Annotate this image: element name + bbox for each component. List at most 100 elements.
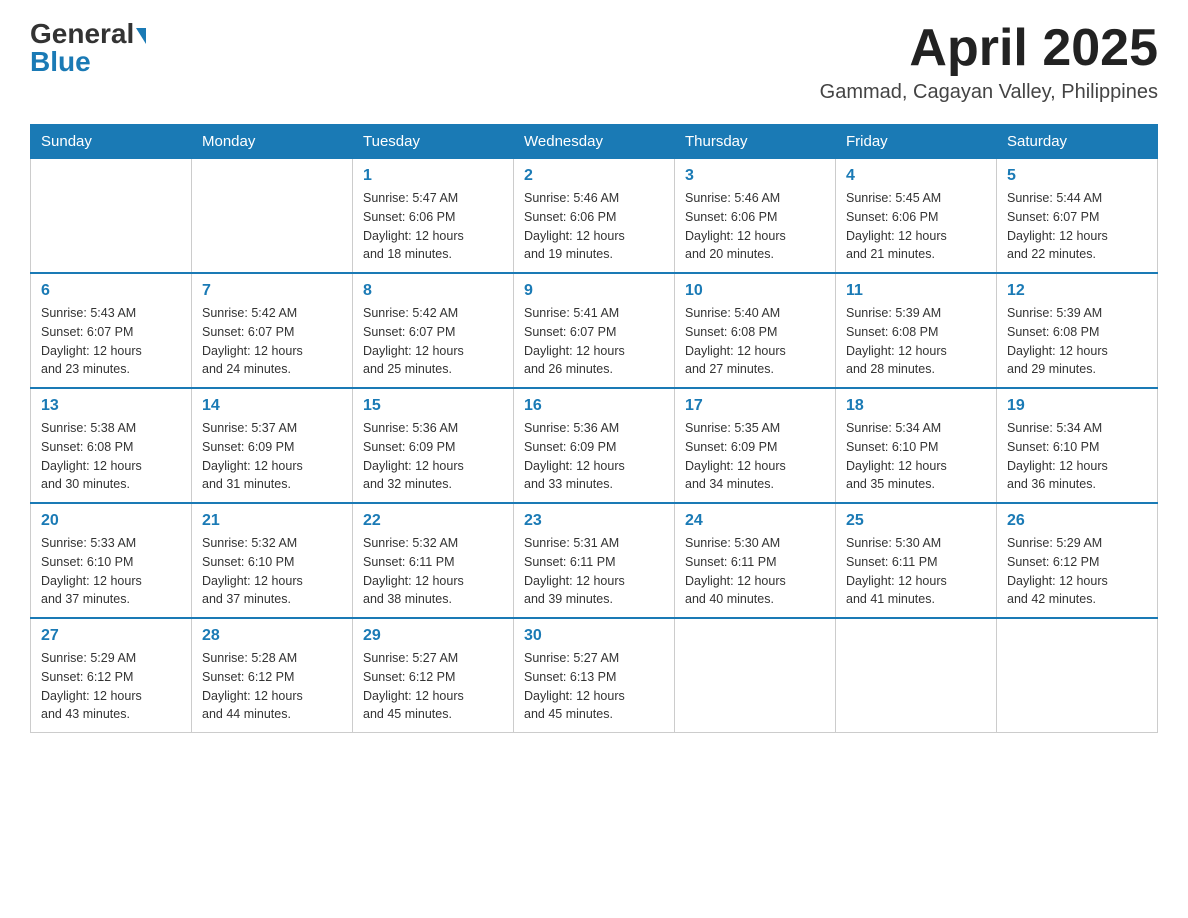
- day-info: Sunrise: 5:27 AMSunset: 6:13 PMDaylight:…: [524, 649, 664, 724]
- day-info: Sunrise: 5:41 AMSunset: 6:07 PMDaylight:…: [524, 304, 664, 379]
- day-number: 16: [524, 397, 664, 415]
- calendar-week-row-2: 6 Sunrise: 5:43 AMSunset: 6:07 PMDaylight…: [31, 273, 1158, 388]
- weekday-header-saturday: Saturday: [997, 125, 1158, 159]
- calendar-cell: 26Sunrise: 5:29 AMSunset: 6:12 PMDayligh…: [997, 503, 1158, 618]
- calendar-cell: 20 Sunrise: 5:33 AMSunset: 6:10 PMDayligh…: [31, 503, 192, 618]
- day-info: Sunrise: 5:27 AMSunset: 6:12 PMDaylight:…: [363, 649, 503, 724]
- day-info: Sunrise: 5:44 AMSunset: 6:07 PMDaylight:…: [1007, 189, 1147, 264]
- calendar-cell: 19 Sunrise: 5:34 AMSunset: 6:10 PMDayligh…: [997, 388, 1158, 503]
- weekday-header-sunday: Sunday: [31, 125, 192, 159]
- logo-line1: General: [30, 20, 146, 48]
- day-info: Sunrise: 5:42 AMSunset: 6:07 PMDaylight:…: [363, 304, 503, 379]
- logo: General Blue: [30, 20, 146, 76]
- weekday-header-thursday: Thursday: [675, 125, 836, 159]
- page-header: General Blue April 2025 Gammad, Cagayan …: [30, 20, 1158, 104]
- logo-blue-text: Blue: [30, 46, 91, 77]
- calendar-cell: 16Sunrise: 5:36 AMSunset: 6:09 PMDayligh…: [514, 388, 675, 503]
- day-info: Sunrise: 5:33 AMSunset: 6:10 PMDaylight:…: [41, 534, 181, 609]
- calendar-cell: [192, 159, 353, 274]
- calendar-week-row-5: 27 Sunrise: 5:29 AMSunset: 6:12 PMDayligh…: [31, 618, 1158, 733]
- calendar-cell: 14 Sunrise: 5:37 AMSunset: 6:09 PMDayligh…: [192, 388, 353, 503]
- calendar-week-row-4: 20 Sunrise: 5:33 AMSunset: 6:10 PMDayligh…: [31, 503, 1158, 618]
- day-number: 17: [685, 397, 825, 415]
- calendar-cell: 11Sunrise: 5:39 AMSunset: 6:08 PMDayligh…: [836, 273, 997, 388]
- day-number: 1: [363, 167, 503, 185]
- calendar-cell: 8 Sunrise: 5:42 AMSunset: 6:07 PMDaylight…: [353, 273, 514, 388]
- day-number: 20: [41, 512, 181, 530]
- day-info: Sunrise: 5:43 AMSunset: 6:07 PMDaylight:…: [41, 304, 181, 379]
- day-number: 12: [1007, 282, 1147, 300]
- day-number: 10: [685, 282, 825, 300]
- day-number: 19: [1007, 397, 1147, 415]
- day-number: 23: [524, 512, 664, 530]
- day-number: 4: [846, 167, 986, 185]
- day-number: 28: [202, 627, 342, 645]
- calendar-cell: 23Sunrise: 5:31 AMSunset: 6:11 PMDayligh…: [514, 503, 675, 618]
- weekday-header-monday: Monday: [192, 125, 353, 159]
- calendar-cell: 13 Sunrise: 5:38 AMSunset: 6:08 PMDayligh…: [31, 388, 192, 503]
- calendar-week-row-1: 1 Sunrise: 5:47 AMSunset: 6:06 PMDaylight…: [31, 159, 1158, 274]
- day-number: 13: [41, 397, 181, 415]
- day-number: 3: [685, 167, 825, 185]
- day-info: Sunrise: 5:30 AMSunset: 6:11 PMDaylight:…: [685, 534, 825, 609]
- day-number: 14: [202, 397, 342, 415]
- day-info: Sunrise: 5:38 AMSunset: 6:08 PMDaylight:…: [41, 419, 181, 494]
- day-number: 25: [846, 512, 986, 530]
- calendar-cell: 12Sunrise: 5:39 AMSunset: 6:08 PMDayligh…: [997, 273, 1158, 388]
- calendar-cell: [31, 159, 192, 274]
- day-info: Sunrise: 5:30 AMSunset: 6:11 PMDaylight:…: [846, 534, 986, 609]
- calendar-cell: [675, 618, 836, 733]
- calendar-cell: 29 Sunrise: 5:27 AMSunset: 6:12 PMDayligh…: [353, 618, 514, 733]
- day-info: Sunrise: 5:40 AMSunset: 6:08 PMDaylight:…: [685, 304, 825, 379]
- day-number: 8: [363, 282, 503, 300]
- day-info: Sunrise: 5:34 AMSunset: 6:10 PMDaylight:…: [846, 419, 986, 494]
- day-info: Sunrise: 5:46 AMSunset: 6:06 PMDaylight:…: [685, 189, 825, 264]
- day-number: 27: [41, 627, 181, 645]
- day-number: 29: [363, 627, 503, 645]
- day-info: Sunrise: 5:28 AMSunset: 6:12 PMDaylight:…: [202, 649, 342, 724]
- calendar-cell: 15Sunrise: 5:36 AMSunset: 6:09 PMDayligh…: [353, 388, 514, 503]
- day-info: Sunrise: 5:47 AMSunset: 6:06 PMDaylight:…: [363, 189, 503, 264]
- weekday-header-row: SundayMondayTuesdayWednesdayThursdayFrid…: [31, 125, 1158, 159]
- day-number: 22: [363, 512, 503, 530]
- day-number: 21: [202, 512, 342, 530]
- calendar-cell: 25 Sunrise: 5:30 AMSunset: 6:11 PMDayligh…: [836, 503, 997, 618]
- day-number: 30: [524, 627, 664, 645]
- calendar-cell: 22 Sunrise: 5:32 AMSunset: 6:11 PMDayligh…: [353, 503, 514, 618]
- day-info: Sunrise: 5:39 AMSunset: 6:08 PMDaylight:…: [846, 304, 986, 379]
- calendar-table: SundayMondayTuesdayWednesdayThursdayFrid…: [30, 124, 1158, 733]
- day-info: Sunrise: 5:36 AMSunset: 6:09 PMDaylight:…: [363, 419, 503, 494]
- day-info: Sunrise: 5:29 AMSunset: 6:12 PMDaylight:…: [41, 649, 181, 724]
- logo-general-text: General: [30, 18, 146, 49]
- title-section: April 2025 Gammad, Cagayan Valley, Phili…: [820, 20, 1158, 104]
- day-number: 7: [202, 282, 342, 300]
- day-number: 6: [41, 282, 181, 300]
- day-number: 24: [685, 512, 825, 530]
- weekday-header-tuesday: Tuesday: [353, 125, 514, 159]
- calendar-cell: 2Sunrise: 5:46 AMSunset: 6:06 PMDaylight…: [514, 159, 675, 274]
- calendar-cell: 1 Sunrise: 5:47 AMSunset: 6:06 PMDaylight…: [353, 159, 514, 274]
- logo-line2: Blue: [30, 48, 91, 76]
- day-info: Sunrise: 5:37 AMSunset: 6:09 PMDaylight:…: [202, 419, 342, 494]
- calendar-cell: 10 Sunrise: 5:40 AMSunset: 6:08 PMDayligh…: [675, 273, 836, 388]
- day-number: 26: [1007, 512, 1147, 530]
- day-number: 5: [1007, 167, 1147, 185]
- weekday-header-friday: Friday: [836, 125, 997, 159]
- calendar-cell: 18 Sunrise: 5:34 AMSunset: 6:10 PMDayligh…: [836, 388, 997, 503]
- location-text: Gammad, Cagayan Valley, Philippines: [820, 81, 1158, 104]
- calendar-cell: 27 Sunrise: 5:29 AMSunset: 6:12 PMDayligh…: [31, 618, 192, 733]
- calendar-cell: 9Sunrise: 5:41 AMSunset: 6:07 PMDaylight…: [514, 273, 675, 388]
- day-info: Sunrise: 5:32 AMSunset: 6:10 PMDaylight:…: [202, 534, 342, 609]
- calendar-cell: 6 Sunrise: 5:43 AMSunset: 6:07 PMDaylight…: [31, 273, 192, 388]
- day-info: Sunrise: 5:34 AMSunset: 6:10 PMDaylight:…: [1007, 419, 1147, 494]
- logo-triangle-icon: [136, 28, 146, 44]
- calendar-cell: 4Sunrise: 5:45 AMSunset: 6:06 PMDaylight…: [836, 159, 997, 274]
- day-number: 18: [846, 397, 986, 415]
- calendar-cell: 17 Sunrise: 5:35 AMSunset: 6:09 PMDayligh…: [675, 388, 836, 503]
- day-info: Sunrise: 5:42 AMSunset: 6:07 PMDaylight:…: [202, 304, 342, 379]
- day-number: 2: [524, 167, 664, 185]
- day-info: Sunrise: 5:32 AMSunset: 6:11 PMDaylight:…: [363, 534, 503, 609]
- calendar-cell: [836, 618, 997, 733]
- calendar-cell: 30 Sunrise: 5:27 AMSunset: 6:13 PMDayligh…: [514, 618, 675, 733]
- day-info: Sunrise: 5:35 AMSunset: 6:09 PMDaylight:…: [685, 419, 825, 494]
